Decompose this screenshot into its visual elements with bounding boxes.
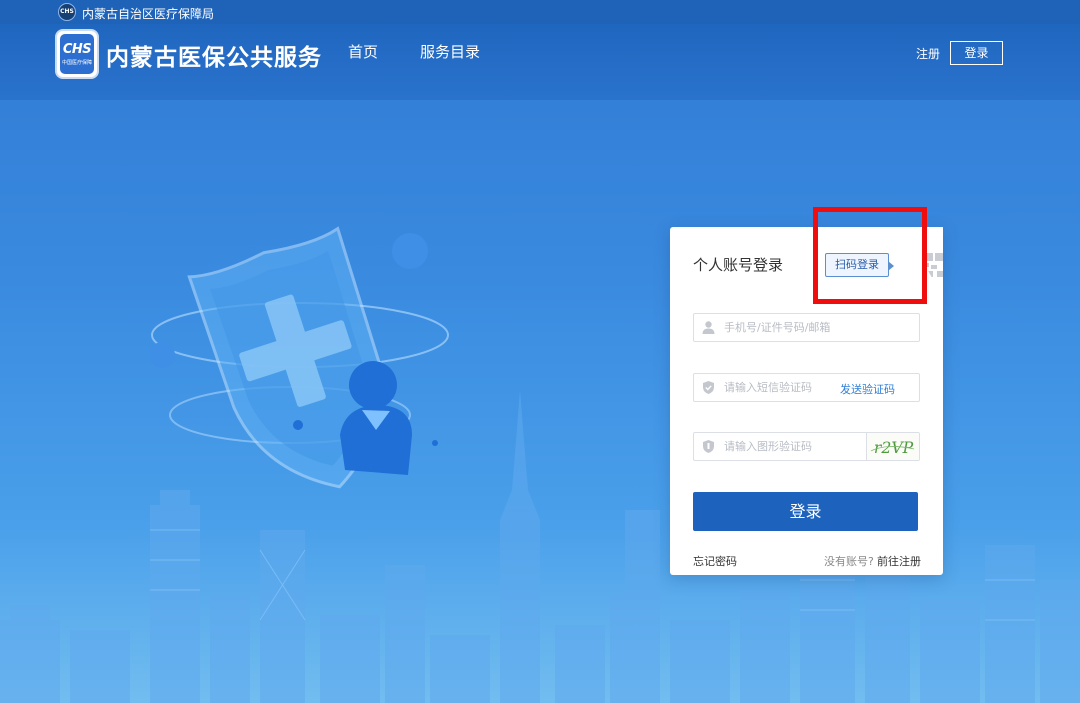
security-shield-illustration [149, 226, 449, 489]
captcha-input[interactable] [724, 433, 859, 460]
top-strip: CHS 内蒙古自治区医疗保障局 [0, 0, 1080, 24]
org-logo-icon: CHS [58, 3, 76, 21]
site-logo-icon[interactable]: CHS 中国医疗保障 [55, 29, 99, 79]
header-register-link[interactable]: 注册 [916, 45, 940, 62]
login-submit-button[interactable]: 登录 [693, 492, 918, 531]
highlight-annotation-box [813, 207, 927, 304]
sms-code-input[interactable] [724, 374, 834, 401]
shield-icon [703, 440, 714, 453]
captcha-image[interactable]: r2VP [866, 433, 919, 460]
account-input[interactable] [724, 314, 869, 341]
login-title: 个人账号登录 [693, 256, 784, 274]
user-icon [702, 321, 715, 334]
header: CHS 中国医疗保障 内蒙古医保公共服务 首页 服务目录 注册 登录 [0, 24, 1080, 100]
shield-check-icon [703, 381, 714, 394]
captcha-field[interactable]: r2VP [693, 432, 920, 461]
send-code-button[interactable]: 发送验证码 [840, 381, 895, 397]
account-field[interactable] [693, 313, 920, 342]
header-login-button[interactable]: 登录 [950, 41, 1003, 65]
site-name: 内蒙古医保公共服务 [106, 45, 322, 71]
nav-service-catalog[interactable]: 服务目录 [420, 41, 480, 62]
org-name: 内蒙古自治区医疗保障局 [82, 7, 215, 21]
forgot-password-link[interactable]: 忘记密码 [693, 553, 737, 569]
sms-code-field[interactable]: 发送验证码 [693, 373, 920, 402]
nav-home[interactable]: 首页 [348, 41, 378, 62]
go-register-link[interactable]: 前往注册 [877, 553, 921, 569]
site-logo-inner: CHS 中国医疗保障 [60, 34, 94, 74]
site-logo-main: CHS [62, 42, 92, 57]
no-account-text: 没有账号? [824, 555, 874, 568]
site-logo-sub: 中国医疗保障 [61, 60, 92, 66]
